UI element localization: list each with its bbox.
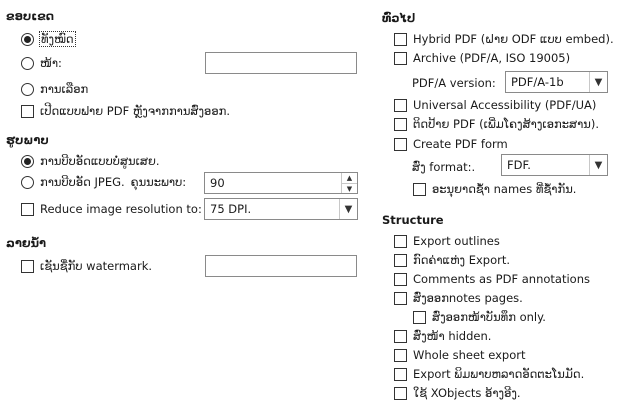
export-auto-inserted-blank-checkbox[interactable]: Export ພິມພາບຫລາດອັດຕະໂນມັດ. (394, 365, 584, 383)
submit-format-dropdown[interactable]: FDF. ▼ (501, 154, 608, 176)
radio-unselected[interactable] (21, 175, 34, 189)
watermark-heading: ລາຍນ້ຳ (6, 236, 47, 250)
range-all-radio[interactable]: ທັງໝົດ (21, 30, 76, 48)
hybrid-pdf-label: Hybrid PDF (ຝາຍ ODF ແບບ embed). (413, 32, 614, 46)
pages-input[interactable] (205, 52, 357, 74)
quality-value: 90 (210, 176, 225, 190)
allow-duplicate-names-label: ອະນຸຍາດຊ້ຳ names ທີ່ຊ້ຳກັນ. (432, 182, 577, 196)
export-notes-pages-checkbox[interactable]: ສົ່ງອອກnotes pages. (394, 289, 523, 307)
images-heading: ຮູບພາບ (6, 133, 49, 147)
checkbox[interactable] (394, 291, 407, 305)
checkbox[interactable] (413, 182, 426, 196)
radio-selected[interactable] (21, 154, 34, 168)
jpeg-compression-radio[interactable]: ການບີບອັດ JPEG. ຄຸນນະພາບ: (21, 173, 186, 191)
export-placeholders-checkbox[interactable]: ກົດຄ່າແຫ່ງ Export. (394, 251, 510, 269)
reduce-resolution-label: Reduce image resolution to: (40, 202, 202, 216)
allow-duplicate-names-checkbox[interactable]: ອະນຸຍາດຊ້ຳ names ທີ່ຊ້ຳກັນ. (413, 180, 576, 198)
quality-spinbox[interactable]: 90 ▲ ▼ (204, 172, 358, 194)
quality-stepper[interactable]: ▲ ▼ (341, 173, 357, 193)
create-pdf-form-checkbox[interactable]: Create PDF form (394, 135, 508, 153)
checkbox[interactable] (394, 253, 407, 267)
export-placeholders-label: ກົດຄ່າແຫ່ງ Export. (413, 253, 510, 267)
pdfa-version-label: PDF/A version: (412, 76, 496, 90)
checkbox[interactable] (394, 386, 407, 400)
chevron-down-icon[interactable]: ▼ (339, 199, 357, 219)
checkbox[interactable] (21, 259, 34, 273)
checkbox[interactable] (394, 98, 407, 112)
checkbox[interactable] (394, 51, 407, 65)
export-outlines-label: Export outlines (413, 234, 500, 248)
checkbox[interactable] (394, 32, 407, 46)
view-pdf-after-export-checkbox[interactable]: ເປີດແບບຟາຍ PDF ຫຼັງຈາກການສົ່ງອອກ. (21, 102, 230, 120)
reduce-resolution-checkbox[interactable]: Reduce image resolution to: (21, 200, 202, 218)
archive-pdfa-label: Archive (PDF/A, ISO 19005) (413, 51, 571, 65)
export-outlines-checkbox[interactable]: Export outlines (394, 232, 500, 250)
range-pages-label: ໜ້າ: (40, 56, 62, 70)
watermark-input[interactable] (205, 255, 357, 277)
whole-sheet-export-checkbox[interactable]: Whole sheet export (394, 346, 525, 364)
archive-pdfa-checkbox[interactable]: Archive (PDF/A, ISO 19005) (394, 49, 570, 67)
structure-heading: Structure (382, 213, 444, 227)
submit-format-label: ສົ່ງ format:. (412, 160, 476, 174)
create-pdf-form-label: Create PDF form (413, 137, 508, 151)
checkbox[interactable] (21, 202, 34, 216)
range-pages-radio[interactable]: ໜ້າ: (21, 54, 62, 72)
resolution-value: 75 DPI. (210, 202, 252, 216)
range-all-label: ທັງໝົດ (39, 31, 76, 47)
lossless-compression-label: ການບີບອັດແບບບໍ່ສູນເສຍ. (40, 154, 160, 168)
quality-label: ຄຸນນະພາບ: (130, 175, 187, 189)
pdfa-version-dropdown[interactable]: PDF/A-1b ▼ (505, 71, 608, 93)
checkbox[interactable] (394, 272, 407, 286)
checkbox[interactable] (394, 234, 407, 248)
spin-up-icon[interactable]: ▲ (342, 173, 357, 183)
whole-sheet-export-label: Whole sheet export (413, 348, 526, 362)
comments-as-annotations-label: Comments as PDF annotations (413, 272, 590, 286)
radio-selected[interactable] (21, 32, 34, 46)
checkbox[interactable] (394, 117, 407, 131)
export-hidden-pages-label: ສົ່ງໜ້າ hidden. (413, 329, 492, 343)
checkbox[interactable] (394, 348, 407, 362)
checkbox[interactable] (394, 329, 407, 343)
chevron-down-icon[interactable]: ▼ (589, 155, 607, 175)
chevron-down-icon[interactable]: ▼ (589, 72, 607, 92)
tagged-pdf-label: ຕິດປ້າຍ PDF (ເພີ່ມໂຄງສ້າງເອກະສານ). (413, 117, 600, 131)
universal-accessibility-label: Universal Accessibility (PDF/UA) (413, 98, 597, 112)
checkbox[interactable] (21, 104, 34, 118)
range-selection-label: ການເລືອກ (40, 82, 89, 96)
comments-as-annotations-checkbox[interactable]: Comments as PDF annotations (394, 270, 590, 288)
use-reference-xobjects-label: ໃຊ້ XObjects ອ້າງອີງ. (413, 386, 521, 400)
checkbox[interactable] (394, 367, 407, 381)
pdfa-version-value: PDF/A-1b (511, 75, 564, 89)
sign-watermark-checkbox[interactable]: ເຊັນຊື່ກັບ watermark. (21, 257, 152, 275)
range-heading: ຂອບເຂດ (6, 9, 54, 23)
export-auto-inserted-blank-label: Export ພິມພາບຫລາດອັດຕະໂນມັດ. (413, 367, 585, 381)
range-selection-radio[interactable]: ການເລືອກ (21, 80, 88, 98)
radio-unselected[interactable] (21, 56, 34, 70)
general-heading: ທົ່ວໄປ (382, 11, 416, 25)
checkbox[interactable] (394, 137, 407, 151)
jpeg-compression-label: ການບີບອັດ JPEG. (40, 175, 125, 189)
view-pdf-after-export-label: ເປີດແບບຟາຍ PDF ຫຼັງຈາກການສົ່ງອອກ. (40, 104, 230, 118)
submit-format-value: FDF. (507, 158, 531, 172)
sign-watermark-label: ເຊັນຊື່ກັບ watermark. (40, 259, 153, 273)
export-notes-pages-label: ສົ່ງອອກnotes pages. (413, 291, 523, 305)
spin-down-icon[interactable]: ▼ (342, 183, 357, 193)
resolution-dropdown[interactable]: 75 DPI. ▼ (204, 198, 358, 220)
lossless-compression-radio[interactable]: ການບີບອັດແບບບໍ່ສູນເສຍ. (21, 152, 160, 170)
export-only-notes-pages-checkbox[interactable]: ສົ່ງອອກໜ້າບັນທຶກ only. (413, 308, 546, 326)
checkbox[interactable] (413, 310, 426, 324)
tagged-pdf-checkbox[interactable]: ຕິດປ້າຍ PDF (ເພີ່ມໂຄງສ້າງເອກະສານ). (394, 115, 599, 133)
universal-accessibility-checkbox[interactable]: Universal Accessibility (PDF/UA) (394, 96, 596, 114)
hybrid-pdf-checkbox[interactable]: Hybrid PDF (ຝາຍ ODF ແບບ embed). (394, 30, 614, 48)
use-reference-xobjects-checkbox[interactable]: ໃຊ້ XObjects ອ້າງອີງ. (394, 384, 521, 402)
export-hidden-pages-checkbox[interactable]: ສົ່ງໜ້າ hidden. (394, 327, 491, 345)
export-only-notes-pages-label: ສົ່ງອອກໜ້າບັນທຶກ only. (432, 310, 546, 324)
radio-unselected[interactable] (21, 82, 34, 96)
